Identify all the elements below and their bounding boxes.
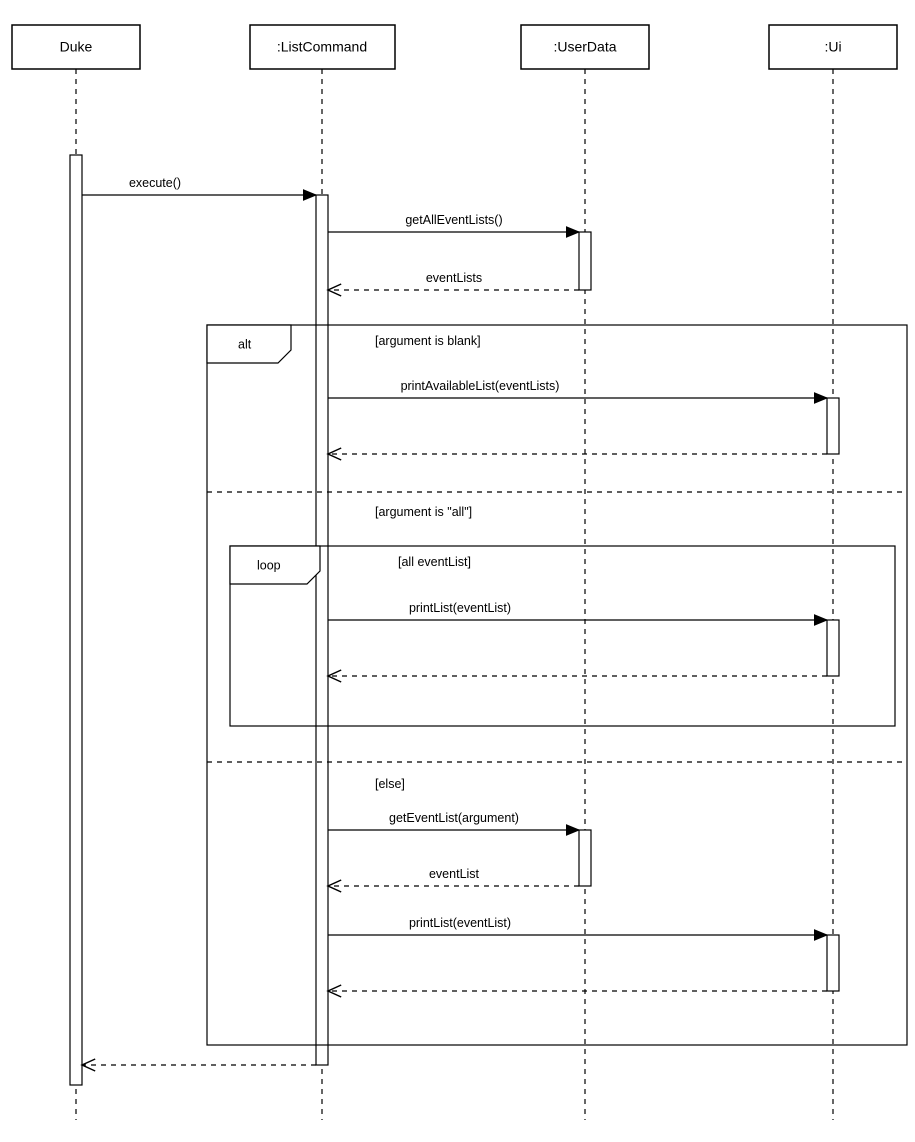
guard-label: [all eventList] — [398, 555, 471, 569]
guard-label: [argument is "all"] — [375, 505, 472, 519]
message-label: eventLists — [426, 271, 482, 285]
lifeline-userdata: :UserData — [521, 25, 649, 69]
activation-ui-2 — [827, 620, 839, 676]
activation-ui-3 — [827, 935, 839, 991]
activation-ui-1 — [827, 398, 839, 454]
guard-label: [else] — [375, 777, 405, 791]
message-label: eventList — [429, 867, 480, 881]
fragment-label: alt — [238, 337, 252, 351]
lifeline-label: Duke — [60, 39, 93, 55]
message-label: printAvailableList(eventLists) — [401, 379, 560, 393]
message-label: printList(eventList) — [409, 601, 511, 615]
lifeline-label: :UserData — [553, 39, 616, 55]
lifeline-duke: Duke — [12, 25, 140, 69]
activation-duke — [70, 155, 82, 1085]
guard-label: [argument is blank] — [375, 334, 481, 348]
message-label: printList(eventList) — [409, 916, 511, 930]
message-label: getAllEventLists() — [405, 213, 502, 227]
fragment-alt — [207, 325, 907, 1045]
lifeline-ui: :Ui — [769, 25, 897, 69]
fragment-label: loop — [257, 558, 281, 572]
message-label: execute() — [129, 176, 181, 190]
activation-userdata-2 — [579, 830, 591, 886]
message-label: getEventList(argument) — [389, 811, 519, 825]
activation-userdata-1 — [579, 232, 591, 290]
lifeline-listcommand: :ListCommand — [250, 25, 395, 69]
lifeline-label: :Ui — [824, 39, 841, 55]
sequence-diagram: Duke :ListCommand :UserData :Ui execute(… — [0, 0, 915, 1142]
lifeline-label: :ListCommand — [277, 39, 367, 55]
fragment-loop — [230, 546, 895, 726]
